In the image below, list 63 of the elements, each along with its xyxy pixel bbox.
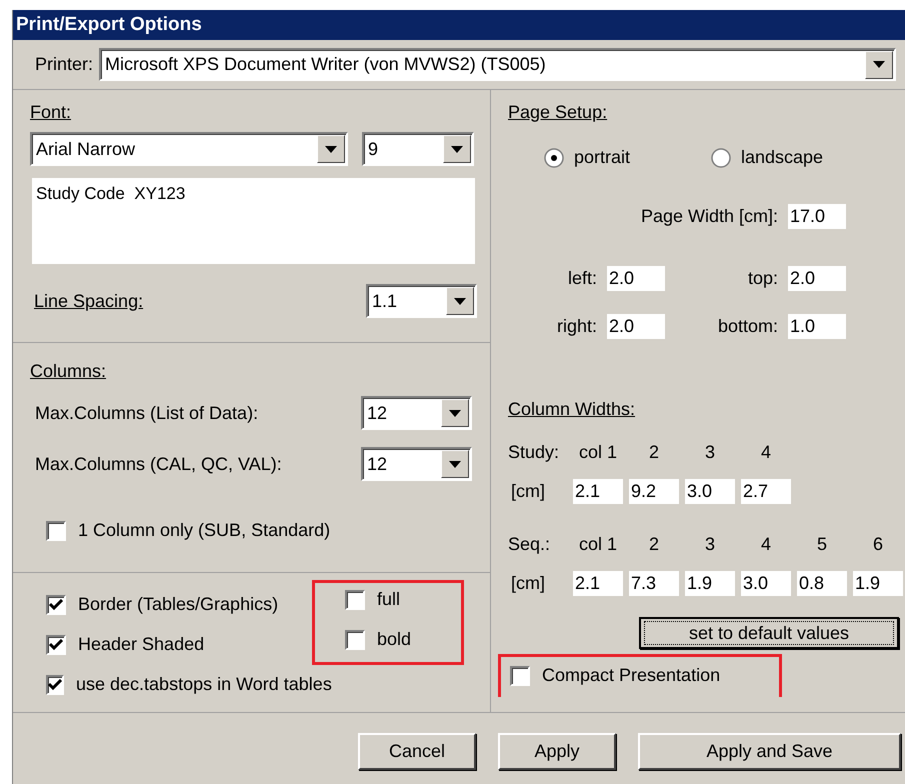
field-label: Max.Columns (List of Data):	[35, 402, 258, 424]
line-spacing-label: Line Spacing:	[34, 290, 144, 312]
section-heading: Page Setup:	[508, 102, 608, 123]
size-dropdown[interactable]: 9	[362, 132, 474, 166]
checkbox-label: use dec.tabstops in Word tables	[76, 674, 332, 695]
field-label: Page Width [cm]:	[640, 206, 778, 227]
field-label: top:	[746, 268, 778, 289]
column-header: col 1	[578, 442, 618, 463]
number-field[interactable]: 0.8	[797, 571, 847, 596]
window-title: Print/Export Options	[13, 10, 905, 40]
checkbox-label: 1 Column only (SUB, Standard)	[78, 520, 330, 541]
number-field[interactable]: 1.9	[685, 571, 735, 596]
section-heading: Columns:	[30, 361, 108, 382]
section-heading: Font:	[30, 102, 72, 123]
number-field[interactable]: 3.0	[741, 571, 791, 596]
column-header: 6	[872, 534, 884, 555]
section-heading: Column Widths:	[508, 399, 636, 420]
column-header: 2	[648, 442, 660, 463]
line-spacing-dropdown[interactable]: 1.1	[366, 284, 477, 318]
field-label: Max.Columns (CAL, QC, VAL):	[35, 454, 282, 474]
radio-label: landscape	[741, 147, 824, 168]
printer-dropdown[interactable]: Microsoft XPS Document Writer (von MVWS2) (TS005)	[99, 48, 896, 81]
field-label: right:	[556, 316, 597, 337]
checkbox-label: full	[377, 589, 400, 610]
number-field[interactable]: 2.1	[573, 571, 623, 596]
number-field[interactable]: 7.3	[629, 571, 679, 596]
number-field[interactable]: 17.0	[788, 204, 846, 229]
column-header: 4	[760, 442, 772, 463]
number-field[interactable]: 1.0	[788, 314, 846, 339]
unit-label: [cm]	[510, 573, 546, 594]
checkbox-label: Border (Tables/Graphics)	[78, 594, 278, 615]
dialog-button[interactable]: Apply and Save	[638, 733, 901, 770]
column-header: 4	[760, 534, 772, 555]
number-field[interactable]: 9.2	[629, 479, 679, 504]
font-dropdown[interactable]: Arial Narrow	[30, 132, 348, 166]
field-label: bottom:	[716, 316, 778, 337]
field-label: left:	[566, 268, 597, 289]
column-header: col 1	[578, 534, 618, 555]
printer-label: Printer:	[35, 54, 94, 75]
column-header: 3	[704, 534, 716, 555]
columns-dropdown[interactable]: 12	[361, 396, 472, 430]
columns-dropdown[interactable]: 12	[361, 447, 472, 481]
radio-label: portrait	[574, 147, 630, 168]
number-field[interactable]: 2.0	[788, 266, 846, 291]
column-header: 5	[816, 534, 828, 555]
preview-box[interactable]: Study Code XY123	[32, 178, 475, 264]
checkbox-label: bold	[377, 629, 412, 650]
number-field[interactable]: 2.1	[573, 479, 623, 504]
number-field[interactable]: 2.7	[741, 479, 791, 504]
row-label: Study:	[508, 442, 560, 463]
default-values-button[interactable]: set to default values	[639, 617, 899, 649]
row-label: Seq.:	[508, 534, 552, 555]
number-field[interactable]: 2.0	[607, 314, 665, 339]
number-field[interactable]: 3.0	[685, 479, 735, 504]
number-field[interactable]: 2.0	[607, 266, 665, 291]
number-field[interactable]: 1.9	[853, 571, 903, 596]
checkbox-label: Compact Presentation	[542, 665, 720, 686]
dialog-button[interactable]: Cancel	[358, 733, 476, 770]
unit-label: [cm]	[510, 481, 546, 502]
dialog-button[interactable]: Apply	[498, 733, 616, 770]
column-header: 3	[704, 442, 716, 463]
column-header: 2	[648, 534, 660, 555]
checkbox-label: Header Shaded	[78, 634, 204, 655]
